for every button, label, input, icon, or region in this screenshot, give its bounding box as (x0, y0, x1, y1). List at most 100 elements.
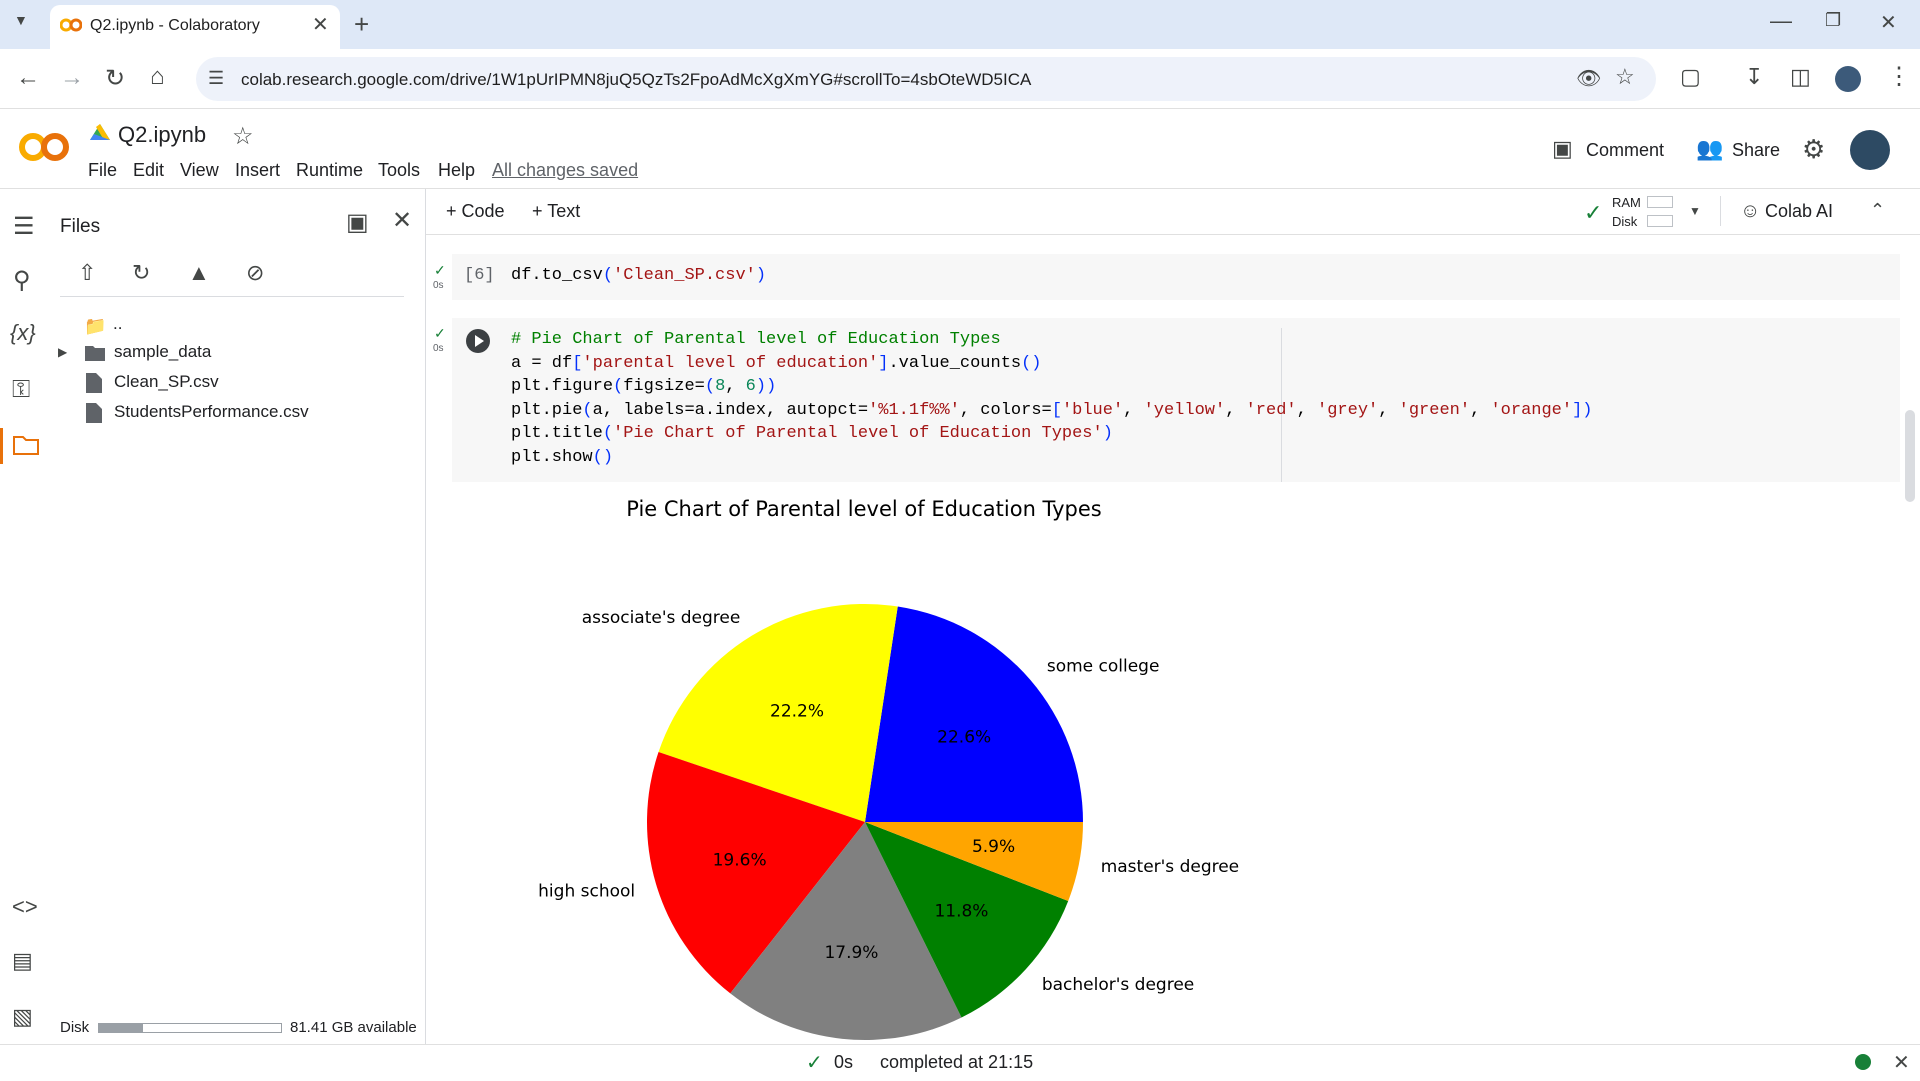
colab-favicon-icon (60, 17, 82, 33)
save-status[interactable]: All changes saved (492, 160, 638, 181)
chart-title: Pie Chart of Parental level of Education… (626, 497, 1101, 521)
pie-pct-label: 22.6% (937, 728, 991, 748)
reload-icon[interactable]: ↻ (105, 64, 125, 93)
status-check-icon: ✓ (806, 1052, 823, 1074)
run-cell-button[interactable] (466, 329, 490, 353)
colab-ai-icon[interactable]: ☺ (1740, 200, 1760, 223)
add-code-button[interactable]: + Code (446, 201, 505, 222)
menu-view[interactable]: View (180, 160, 219, 181)
window-close-icon[interactable]: ✕ (1880, 10, 1897, 35)
status-elapsed: 0s (834, 1052, 854, 1072)
refresh-folder-icon[interactable]: ↻ (132, 260, 150, 286)
browser-menu-icon[interactable]: ⋮ (1887, 62, 1911, 91)
terminal-icon[interactable]: ▧ (12, 1004, 33, 1030)
colab-ai-button[interactable]: Colab AI (1765, 201, 1833, 222)
settings-gear-icon[interactable]: ⚙ (1802, 134, 1825, 165)
parent-folder-link[interactable]: .. (113, 314, 122, 334)
collapse-header-icon[interactable]: ⌃ (1870, 200, 1885, 221)
scrollbar-thumb[interactable] (1905, 410, 1915, 502)
pie-pct-label: 17.9% (824, 943, 878, 963)
mount-drive-icon[interactable]: ▲ (188, 260, 210, 286)
tab-search-icon[interactable]: ▼ (14, 12, 28, 28)
file-icon (86, 373, 102, 393)
disk-available: 81.41 GB available (290, 1019, 417, 1036)
expand-arrow-icon[interactable]: ▶ (58, 345, 67, 359)
runtime-dropdown-icon[interactable]: ▼ (1689, 204, 1701, 218)
minimize-icon[interactable]: — (1770, 8, 1792, 34)
files-panel-title: Files (60, 216, 101, 237)
connection-status-dot (1855, 1054, 1871, 1070)
ram-meter[interactable] (1647, 196, 1673, 208)
search-icon[interactable]: ⚲ (13, 266, 31, 295)
status-completed: completed at 21:15 (880, 1052, 1034, 1072)
share-people-icon[interactable]: 👥 (1696, 136, 1723, 162)
cell7-check-icon: ✓ (434, 325, 446, 341)
back-icon[interactable]: ← (16, 64, 40, 92)
download-icon[interactable]: ↧ (1745, 64, 1763, 90)
header-divider (0, 188, 1920, 189)
connected-check-icon: ✓ (1584, 200, 1603, 225)
home-icon[interactable]: ⌂ (150, 63, 165, 91)
forward-icon[interactable]: → (60, 64, 84, 92)
cell6-code[interactable]: df.to_csv('Clean_SP.csv') (511, 266, 766, 285)
toc-icon[interactable]: ☰ (13, 212, 35, 241)
share-button[interactable]: Share (1732, 140, 1780, 161)
add-text-button[interactable]: + Text (532, 201, 580, 222)
comment-button[interactable]: Comment (1586, 140, 1664, 161)
cell7-time: 0s (433, 343, 444, 354)
eye-off-icon[interactable]: 👁 (1576, 66, 1601, 91)
bookmark-star-icon[interactable]: ☆ (1615, 64, 1635, 90)
tab-title: Q2.ipynb - Colaboratory (90, 17, 260, 34)
file-item[interactable]: sample_data (114, 342, 211, 362)
pie-pct-label: 19.6% (713, 850, 767, 870)
url-text[interactable]: colab.research.google.com/drive/1W1pUrIP… (241, 70, 1031, 90)
code-snippets-icon[interactable]: <> (12, 894, 38, 920)
notebook-toolbar-divider (426, 234, 1920, 235)
file-item[interactable]: Clean_SP.csv (114, 372, 219, 392)
disk-usage-bar (98, 1023, 282, 1033)
star-icon[interactable]: ☆ (232, 122, 254, 151)
pie-category-label: high school (538, 881, 635, 901)
menu-file[interactable]: File (88, 160, 117, 181)
hide-files-icon[interactable]: ⊘ (246, 260, 264, 286)
tab-close-icon[interactable]: ✕ (312, 12, 329, 37)
pie-category-label: some college (1047, 657, 1160, 677)
parent-folder-icon: 📁 (84, 316, 107, 336)
cell6-exec-count: [6] (464, 266, 495, 285)
new-tab-icon[interactable]: + (354, 9, 369, 40)
files-folder-icon[interactable] (12, 432, 40, 456)
cell6-check-icon: ✓ (434, 262, 446, 278)
colab-logo[interactable] (18, 130, 70, 164)
pie-category-label: bachelor's degree (1042, 975, 1194, 995)
folder-icon (84, 344, 106, 362)
profile-avatar[interactable] (1835, 66, 1861, 92)
pie-pct-label: 5.9% (972, 837, 1015, 857)
restore-icon[interactable]: ❐ (1825, 10, 1841, 31)
menu-tools[interactable]: Tools (378, 160, 420, 181)
cell7-code[interactable]: # Pie Chart of Parental level of Educati… (511, 328, 1593, 470)
close-panel-icon[interactable]: ✕ (392, 206, 412, 235)
disk-meter[interactable] (1647, 215, 1673, 227)
extensions-icon[interactable]: ▢ (1680, 64, 1701, 90)
user-avatar[interactable] (1850, 130, 1890, 170)
file-item[interactable]: StudentsPerformance.csv (114, 402, 309, 422)
drive-icon (90, 124, 110, 142)
files-divider (60, 296, 404, 297)
pie-category-label: master's degree (1101, 857, 1239, 877)
upload-file-icon[interactable]: ⇧ (78, 260, 96, 286)
open-in-tab-icon[interactable]: ▣ (346, 208, 369, 237)
menu-help[interactable]: Help (438, 160, 475, 181)
comment-icon[interactable]: ▣ (1552, 136, 1573, 162)
menu-runtime[interactable]: Runtime (296, 160, 363, 181)
status-close-icon[interactable]: ✕ (1893, 1050, 1910, 1075)
menu-edit[interactable]: Edit (133, 160, 164, 181)
pie-chart: Pie Chart of Parental level of Education… (538, 497, 1239, 1040)
disk-meter-label: Disk (1612, 214, 1638, 229)
site-info-icon[interactable]: ☰ (208, 68, 224, 89)
variables-icon[interactable]: {x} (10, 320, 36, 346)
side-panel-icon[interactable]: ◫ (1790, 64, 1811, 90)
notebook-title[interactable]: Q2.ipynb (118, 122, 206, 148)
menu-insert[interactable]: Insert (235, 160, 280, 181)
secrets-key-icon[interactable]: ⚿ (12, 376, 30, 404)
command-palette-icon[interactable]: ▤ (12, 948, 33, 974)
